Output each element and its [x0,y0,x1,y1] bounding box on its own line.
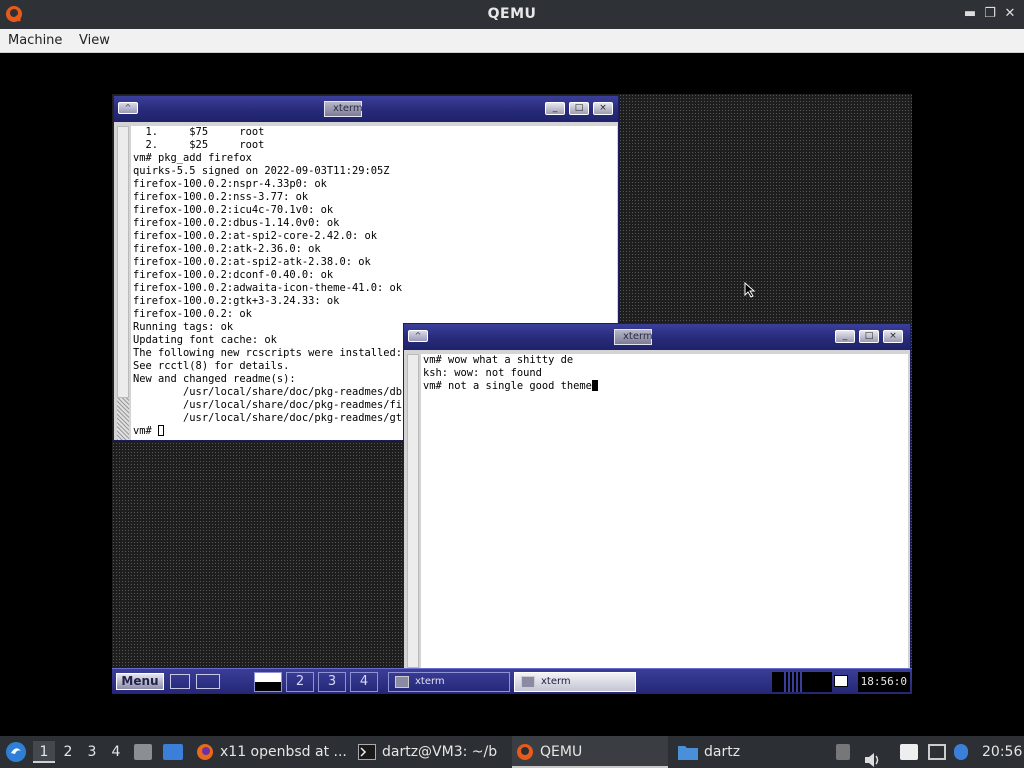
battery-icon[interactable] [836,744,850,760]
fvwm-task-xterm-1[interactable]: xterm [388,672,510,692]
panel-task-label: x11 openbsd at ... [220,744,347,760]
terminal-line: firefox-100.0.2:dconf-0.40.0: ok [133,269,334,281]
mail-icon[interactable] [834,675,848,687]
fvwm-task-xterm-2[interactable]: xterm [514,672,636,692]
xterm-1-minimize-button[interactable]: _ [545,102,565,115]
clipboard-icon[interactable] [900,744,918,760]
terminal-line: vm# wow what a shitty de [423,354,574,366]
fvwm-window-list-icon[interactable] [170,674,190,689]
fvwm-tray-area [772,672,832,692]
xterm-2-maximize-button[interactable]: □ [859,330,879,343]
folder-icon [678,746,698,760]
restore-button[interactable]: ❐ [982,6,998,22]
xterm-1-title: xterm [324,101,363,117]
xterm-2-shade-button[interactable]: ^ [408,330,428,342]
panel-task-qemu[interactable]: QEMU [512,736,668,768]
xterm-2-scrollbar[interactable] [407,354,419,668]
fvwm-desk-4[interactable]: 4 [350,672,378,692]
desktop: QEMU ▬ ❐ ✕ Machine View ^ xterm _ □ × 1.… [0,0,1024,768]
xterm-1-prompt: vm# [133,425,159,437]
guest-screen[interactable]: ^ xterm _ □ × 1. $75 root 2. $25 root vm#… [112,94,912,694]
fvwm-cpu-meter [784,672,804,692]
xterm-2-terminal[interactable]: vm# wow what a shitty de ksh: wow: not fo… [421,354,908,668]
terminal-line: ksh: wow: not found [423,367,542,379]
fvwm-clock: 18:56:0 [857,672,910,692]
xterm-2-scroll-thumb[interactable] [407,354,419,668]
panel-task-label: dartz [704,744,741,760]
terminal-line: firefox-100.0.2:icu4c-70.1v0: ok [133,204,334,216]
xterm-2-titlebar[interactable]: ^ xterm _ □ × [404,324,910,350]
host-panel: 1 2 3 4 x11 openbsd at ... dartz@VM3: ~/… [0,736,1024,768]
terminal-line: vm# pkg_add firefox [133,152,252,164]
close-button[interactable]: ✕ [1002,6,1018,22]
fvwm-task-label: xterm [415,676,445,687]
xterm-1-maximize-button[interactable]: □ [569,102,589,115]
display-icon[interactable] [928,744,946,760]
terminal-line: firefox-100.0.2:at-spi2-core-2.42.0: ok [133,230,377,242]
fvwm-desk-1[interactable] [254,672,282,692]
terminal-line: 2. $25 root [133,139,265,151]
qemu-menubar: Machine View [0,29,1024,53]
xterm-1-cursor [158,425,165,436]
firefox-icon [197,744,213,760]
minimize-button[interactable]: ▬ [962,6,978,22]
fvwm-menu-button[interactable]: Menu [116,673,164,690]
xterm-2-prompt-line: vm# not a single good theme [423,380,908,393]
terminal-line: 1. $75 root [133,126,265,138]
terminal-icon [395,676,409,688]
panel-task-label: dartz@VM3: ~/b [382,744,498,760]
xterm-2-cursor [591,380,598,391]
fvwm-taskbar: Menu 2 3 4 xterm xterm 18:56:0 [112,668,912,694]
xterm-2-input-text: vm# not a single good theme [423,380,592,392]
menu-view[interactable]: View [79,33,110,48]
xterm-window-2[interactable]: ^ xterm _ □ × vm# wow what a shitty de ks… [403,323,911,669]
terminal-line: firefox-100.0.2: ok [133,308,252,320]
notification-icon[interactable] [954,744,968,760]
terminal-line: firefox-100.0.2:adwaita-icon-theme-41.0:… [133,282,402,294]
panel-clock[interactable]: 20:56 [982,736,1022,768]
desktop-show-icon[interactable] [163,744,183,760]
terminal-line: firefox-100.0.2:at-spi2-atk-2.38.0: ok [133,256,371,268]
xterm-2-title: xterm [614,329,653,345]
window-title: QEMU [487,6,537,22]
xterm-1-titlebar[interactable]: ^ xterm _ □ × [114,96,618,122]
xterm-1-scroll-thumb[interactable] [117,126,129,398]
terminal-icon [358,744,376,760]
terminal-icon [521,676,535,688]
terminal-line: firefox-100.0.2:atk-2.36.0: ok [133,243,321,255]
xterm-1-scrollbar[interactable] [117,126,129,440]
qemu-titlebar[interactable]: QEMU ▬ ❐ ✕ [0,0,1024,29]
qemu-logo-icon [517,744,533,760]
workspace-1[interactable]: 1 [33,741,55,763]
workspace-4[interactable]: 4 [105,741,127,763]
terminal-line: firefox-100.0.2:dbus-1.14.0v0: ok [133,217,340,229]
fvwm-task-label: xterm [541,676,571,687]
xterm-1-shade-button[interactable]: ^ [118,102,138,114]
terminal-line: firefox-100.0.2:gtk+3-3.24.33: ok [133,295,340,307]
terminal-line: quirks-5.5 signed on 2022-09-03T11:29:05… [133,165,390,177]
xterm-2-close-button[interactable]: × [883,330,903,343]
xterm-1-close-button[interactable]: × [593,102,613,115]
panel-task-label: QEMU [540,744,583,760]
terminal-line: firefox-100.0.2:nss-3.77: ok [133,191,309,203]
panel-task-folder[interactable]: dartz [674,736,824,768]
fvwm-desk-2[interactable]: 2 [286,672,314,692]
panel-task-terminal[interactable]: dartz@VM3: ~/b [354,736,506,768]
mouse-pointer-icon [744,282,756,298]
menu-machine[interactable]: Machine [8,33,62,48]
file-manager-launcher-icon[interactable] [134,744,152,760]
fvwm-pager-toggle-icon[interactable] [196,674,220,689]
panel-task-firefox[interactable]: x11 openbsd at ... [192,736,350,768]
workspace-2[interactable]: 2 [57,741,79,763]
start-menu-icon[interactable] [5,741,27,763]
xterm-2-minimize-button[interactable]: _ [835,330,855,343]
volume-icon[interactable] [864,744,882,768]
terminal-line: firefox-100.0.2:nspr-4.33p0: ok [133,178,327,190]
fvwm-desk-3[interactable]: 3 [318,672,346,692]
workspace-3[interactable]: 3 [81,741,103,763]
